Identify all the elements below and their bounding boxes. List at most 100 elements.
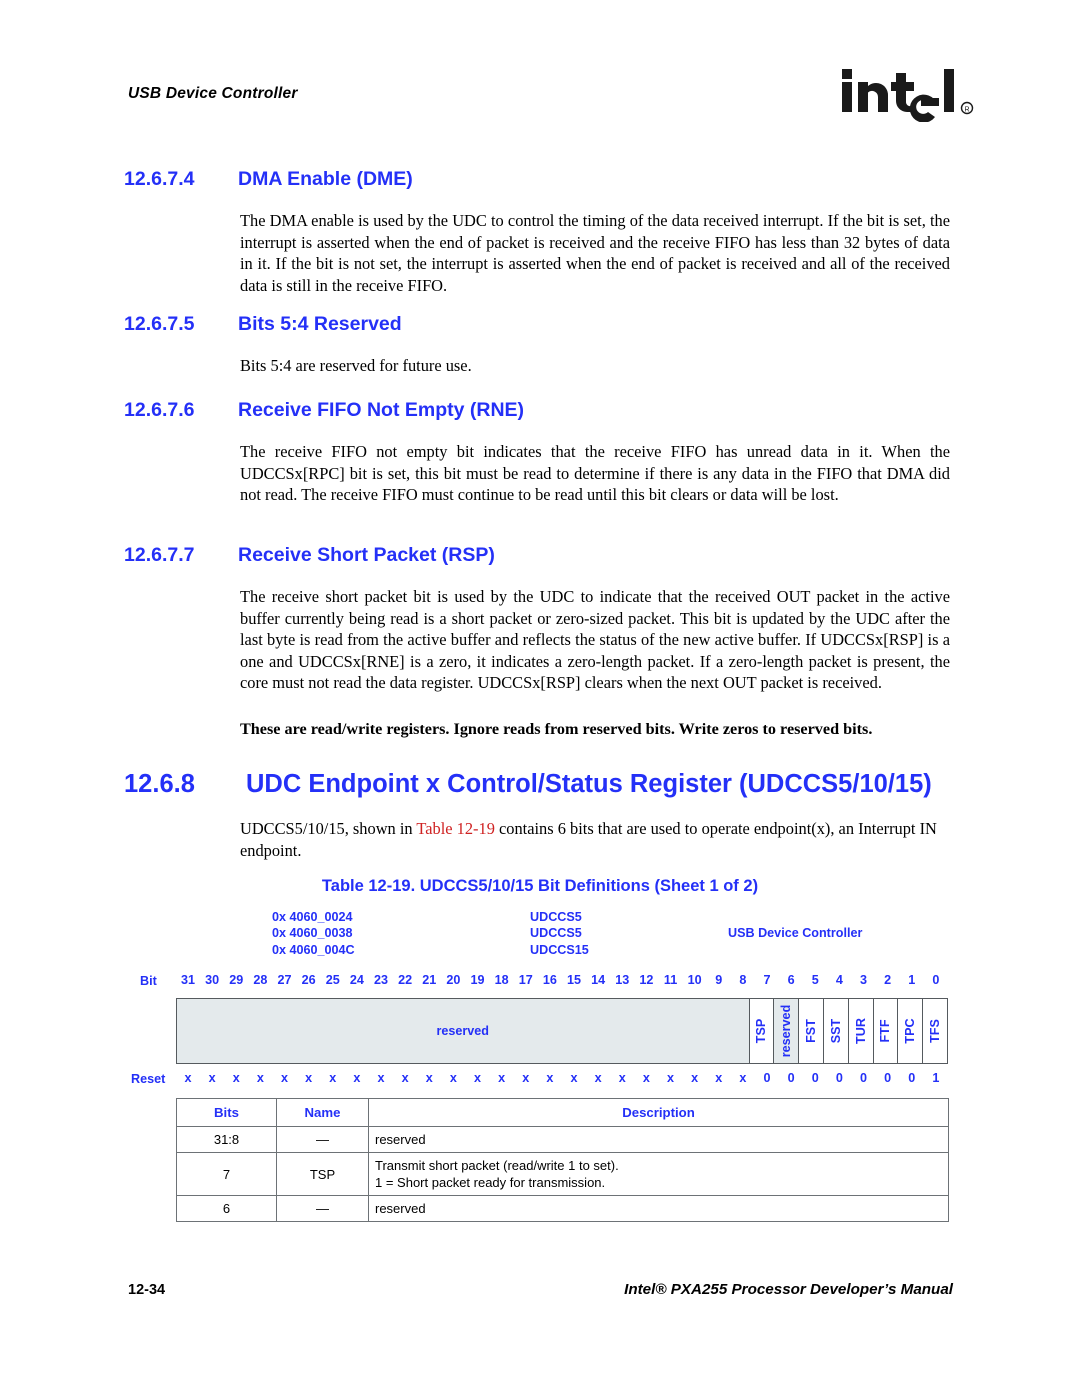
bit-number: 13 [615,973,630,987]
bit-number: 29 [229,973,244,987]
reset-value: 0 [763,1071,771,1085]
register-field-fst: FST [799,999,824,1063]
register-field-label: TPC [903,1018,918,1044]
cell-description: Transmit short packet (read/write 1 to s… [368,1152,949,1196]
heading-title: UDC Endpoint x Control/Status Register (… [246,770,932,798]
column-header-bits: Bits [176,1098,277,1127]
reset-value: 1 [932,1071,940,1085]
reset-row-label: Reset [131,1072,166,1086]
bit-number: 18 [494,973,509,987]
reset-value: x [329,1071,337,1085]
reset-value: x [546,1071,554,1085]
column-header-name: Name [276,1098,369,1127]
reset-value: x [377,1071,385,1085]
bit-number: 14 [591,973,606,987]
reset-value: x [498,1071,506,1085]
reset-value: x [281,1071,289,1085]
reset-value: x [232,1071,240,1085]
heading-title: Receive Short Packet (RSP) [238,544,495,566]
cell-name: — [276,1195,369,1222]
cell-bits: 6 [176,1195,277,1222]
intel-logo-mark: R [842,69,974,122]
reset-value: x [256,1071,264,1085]
cell-bits: 7 [176,1152,277,1196]
bit-number: 10 [687,973,702,987]
reset-value: x [570,1071,578,1085]
bit-definitions-table: Bits Name Description 31:8— reserved 7 TSP T… [176,1098,949,1222]
table-caption: Table 12-19. UDCCS5/10/15 Bit Definition… [321,877,759,895]
bit-number: 3 [860,973,868,987]
table-row: 31:8— reserved [176,1126,949,1153]
footer-manual-title: Intel® PXA255 Processor Developer’s Manu… [624,1281,953,1298]
reset-value: x [401,1071,409,1085]
running-head: USB Device Controller [128,85,298,102]
register-field-tpc: TPC [898,999,924,1063]
bit-number: 5 [811,973,819,987]
footer-page-number: 12-34 [128,1282,166,1298]
reset-value: x [618,1071,626,1085]
reset-value: x [474,1071,482,1085]
table-row: 7 TSP Transmit short packet (read/write 1 … [176,1152,949,1196]
reset-value: x [691,1071,699,1085]
reset-value-row: x x x x x x x x x x x x x x x x x x x x x x x x 0 0 0 0 0 0 0 1 [176,1070,948,1087]
bit-number: 27 [277,973,292,987]
cell-bits: 31:8 [176,1126,277,1153]
bit-number: 28 [253,973,268,987]
bit-number: 2 [884,973,892,987]
heading-number: 12.6.8 [124,770,195,798]
bit-number: 26 [301,973,316,987]
register-field-diagram: reserved TSP reserved FST SST TUR FTF TPC TFS [176,998,948,1064]
register-field-label: reserved [779,1004,794,1058]
paragraph-dme: The DMA enable is used by the UDC to con… [240,211,950,295]
bit-number: 21 [422,973,437,987]
register-field-ftf: FTF [873,999,899,1063]
bit-number: 22 [398,973,413,987]
register-field-label: FST [804,1019,819,1043]
paragraph-rsp: The receive short packet bit is used by … [240,587,950,692]
heading-number: 12.6.7.7 [124,544,195,566]
bit-row-label: Bit [140,974,157,988]
bit-number: 1 [908,973,916,987]
heading-title: Bits 5:4 Reserved [238,313,402,335]
bit-number: 7 [763,973,771,987]
heading-number: 12.6.7.5 [124,313,195,335]
reset-value: x [667,1071,675,1085]
register-field-sst: SST [823,999,849,1063]
reset-value: x [305,1071,313,1085]
table-row: 6— reserved [176,1195,949,1222]
bit-number: 12 [639,973,654,987]
heading-title: DMA Enable (DME) [238,168,413,190]
register-field-label: TFS [928,1019,943,1043]
table-crossreference-link[interactable]: Table 12-19 [416,819,495,838]
register-field-label: reserved [436,1024,489,1038]
intro-text-before: UDCCS5/10/15, shown in [240,819,417,838]
register-unit: USB Device Controller [728,926,863,941]
reset-value: x [425,1071,433,1085]
register-name: UDCCS5 [530,910,582,924]
reset-value: x [715,1071,723,1085]
register-field-tsp: TSP [749,999,775,1063]
bit-number: 4 [835,973,843,987]
reset-value: x [449,1071,457,1085]
cell-description: reserved [368,1126,949,1153]
bit-number-row: 31 30 29 28 27 26 25 24 23 22 21 20 19 18 17 16 15 14 13 12… [176,972,948,989]
column-header-description: Description [368,1098,949,1127]
bit-number: 20 [446,973,461,987]
register-address: 0x 4060_0038 [272,926,353,941]
register-field-reserved: reserved [177,999,750,1063]
register-field-label: TSP [754,1018,769,1044]
reset-value: 0 [860,1071,868,1085]
reset-value: 0 [787,1071,795,1085]
reset-value: 0 [908,1071,916,1085]
reset-value: 0 [884,1071,892,1085]
bit-number: 8 [739,973,747,987]
bit-number: 16 [542,973,557,987]
register-name: UDCCS5 [530,926,582,941]
register-address: 0x 4060_004C [272,942,355,957]
register-field-tfs: TFS [923,999,947,1063]
bit-number: 25 [325,973,340,987]
heading-number: 12.6.7.6 [124,399,195,421]
bit-number: 6 [787,973,795,987]
paragraph-bits54: Bits 5:4 are reserved for future use. [240,356,472,375]
bit-number: 30 [205,973,220,987]
